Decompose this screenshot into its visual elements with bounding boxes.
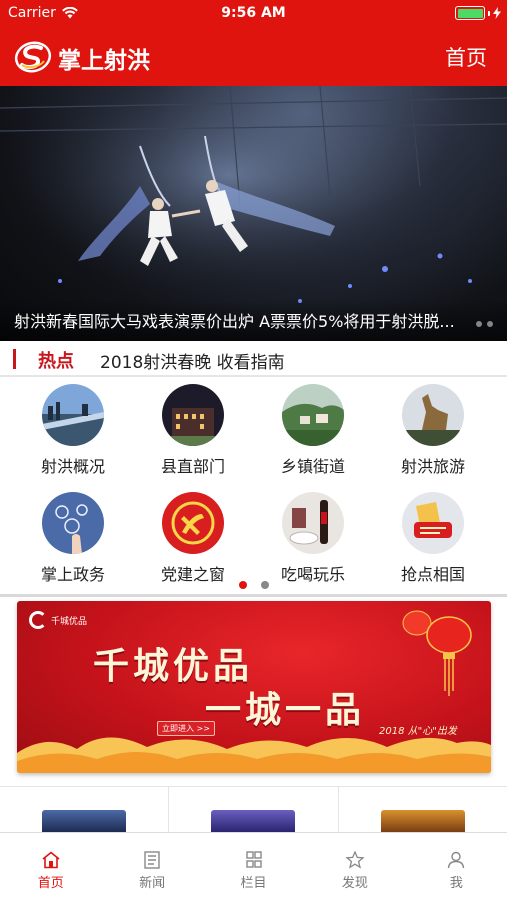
product-thumbnail bbox=[380, 810, 465, 832]
dining-icon bbox=[282, 492, 344, 554]
product-card[interactable] bbox=[339, 787, 507, 832]
banner-carousel[interactable]: 射洪新春国际大马戏表演票价出炉 A票票价5%将用于射洪脱... bbox=[0, 86, 507, 341]
battery-tip bbox=[488, 10, 490, 16]
product-thumbnail bbox=[42, 810, 127, 832]
category-grid: 射洪概况 县直部门 乡镇街道 射洪旅游 掌上政务 党建之窗 吃喝玩乐 抢点相国 bbox=[0, 378, 507, 594]
brand-logo-icon bbox=[29, 611, 47, 629]
tab-columns[interactable]: 栏目 bbox=[203, 833, 304, 900]
section-divider bbox=[0, 594, 507, 597]
tab-label: 我 bbox=[449, 876, 463, 891]
product-card[interactable] bbox=[169, 787, 339, 832]
app-logo-icon bbox=[14, 41, 52, 73]
tab-label: 新闻 bbox=[139, 876, 166, 891]
grid-item-label: 射洪旅游 bbox=[400, 457, 465, 476]
product-thumbnail bbox=[211, 810, 296, 832]
promo-sticker-icon bbox=[402, 492, 464, 554]
grid-item-departments[interactable]: 县直部门 bbox=[133, 378, 253, 478]
discover-star-icon bbox=[345, 851, 365, 869]
battery-level bbox=[457, 8, 483, 18]
hot-news-ticker[interactable]: 热点 2018射洪春晚 收看指南 bbox=[0, 341, 507, 377]
grid-item-tourism[interactable]: 射洪旅游 bbox=[373, 378, 493, 478]
grid-item-label: 射洪概况 bbox=[40, 457, 105, 476]
status-right bbox=[455, 6, 501, 20]
grid-page-dot[interactable] bbox=[260, 581, 269, 589]
lantern-icon bbox=[402, 610, 472, 696]
government-building-icon bbox=[162, 384, 224, 446]
banner-dot[interactable] bbox=[476, 321, 482, 327]
tab-label: 首页 bbox=[37, 876, 64, 891]
grid-item-towns[interactable]: 乡镇街道 bbox=[253, 378, 373, 478]
tab-home[interactable]: 首页 bbox=[0, 833, 101, 900]
banner-pagination bbox=[476, 321, 493, 327]
charging-bolt-icon bbox=[493, 7, 501, 19]
grid-item-party[interactable]: 党建之窗 bbox=[133, 486, 253, 586]
grid-icon bbox=[245, 851, 262, 868]
home-icon bbox=[42, 851, 60, 869]
tab-discover[interactable]: 发现 bbox=[304, 833, 405, 900]
promo-year-text: 2018 从"心"出发 bbox=[379, 726, 457, 737]
tab-label: 栏目 bbox=[240, 876, 267, 891]
tab-news[interactable]: 新闻 bbox=[101, 833, 202, 900]
dinosaur-statue-icon bbox=[402, 384, 464, 446]
status-bar: Carrier 9:56 AM bbox=[0, 0, 507, 28]
grid-item-overview[interactable]: 射洪概况 bbox=[13, 378, 133, 478]
bottom-tab-bar: 首页 新闻 栏目 发现 我 bbox=[0, 832, 507, 900]
promo-brand-label: 千城优品 bbox=[51, 616, 88, 627]
grid-item-label: 乡镇街道 bbox=[280, 457, 345, 476]
battery-icon bbox=[455, 6, 485, 20]
news-icon bbox=[144, 851, 160, 869]
touchscreen-icon bbox=[42, 492, 104, 554]
hot-headline[interactable]: 2018射洪春晚 收看指南 bbox=[100, 348, 285, 373]
grid-item-egov[interactable]: 掌上政务 bbox=[13, 486, 133, 586]
product-strip bbox=[0, 786, 507, 832]
hot-indicator-bar bbox=[13, 349, 16, 369]
promo-banner[interactable]: 千城优品 千城优品 一城一品 立即进入 >> 2018 从"心"出发 bbox=[17, 601, 491, 773]
tab-me[interactable]: 我 bbox=[406, 833, 507, 900]
hot-label: 热点 bbox=[38, 351, 74, 372]
app-header: 掌上射洪 首页 bbox=[0, 28, 507, 86]
town-landscape-icon bbox=[282, 384, 344, 446]
grid-item-dining[interactable]: 吃喝玩乐 bbox=[253, 486, 373, 586]
product-card[interactable] bbox=[0, 787, 170, 832]
grid-pagination bbox=[0, 581, 507, 589]
user-icon bbox=[448, 851, 465, 869]
grid-item-label: 县直部门 bbox=[160, 457, 225, 476]
grid-page-dot[interactable] bbox=[238, 581, 247, 589]
banner-caption[interactable]: 射洪新春国际大马戏表演票价出炉 A票票价5%将用于射洪脱... bbox=[14, 308, 484, 332]
app-title: 掌上射洪 bbox=[58, 48, 150, 74]
tab-label: 发现 bbox=[341, 876, 368, 891]
promo-brand: 千城优品 bbox=[29, 611, 87, 629]
grid-item-deals[interactable]: 抢点相国 bbox=[373, 486, 493, 586]
banner-dot[interactable] bbox=[487, 321, 493, 327]
promo-enter-button[interactable]: 立即进入 >> bbox=[157, 721, 215, 736]
city-skyline-icon bbox=[42, 384, 104, 446]
status-time: 9:56 AM bbox=[221, 5, 286, 21]
home-link[interactable]: 首页 bbox=[445, 42, 487, 72]
party-emblem-icon bbox=[162, 492, 224, 554]
